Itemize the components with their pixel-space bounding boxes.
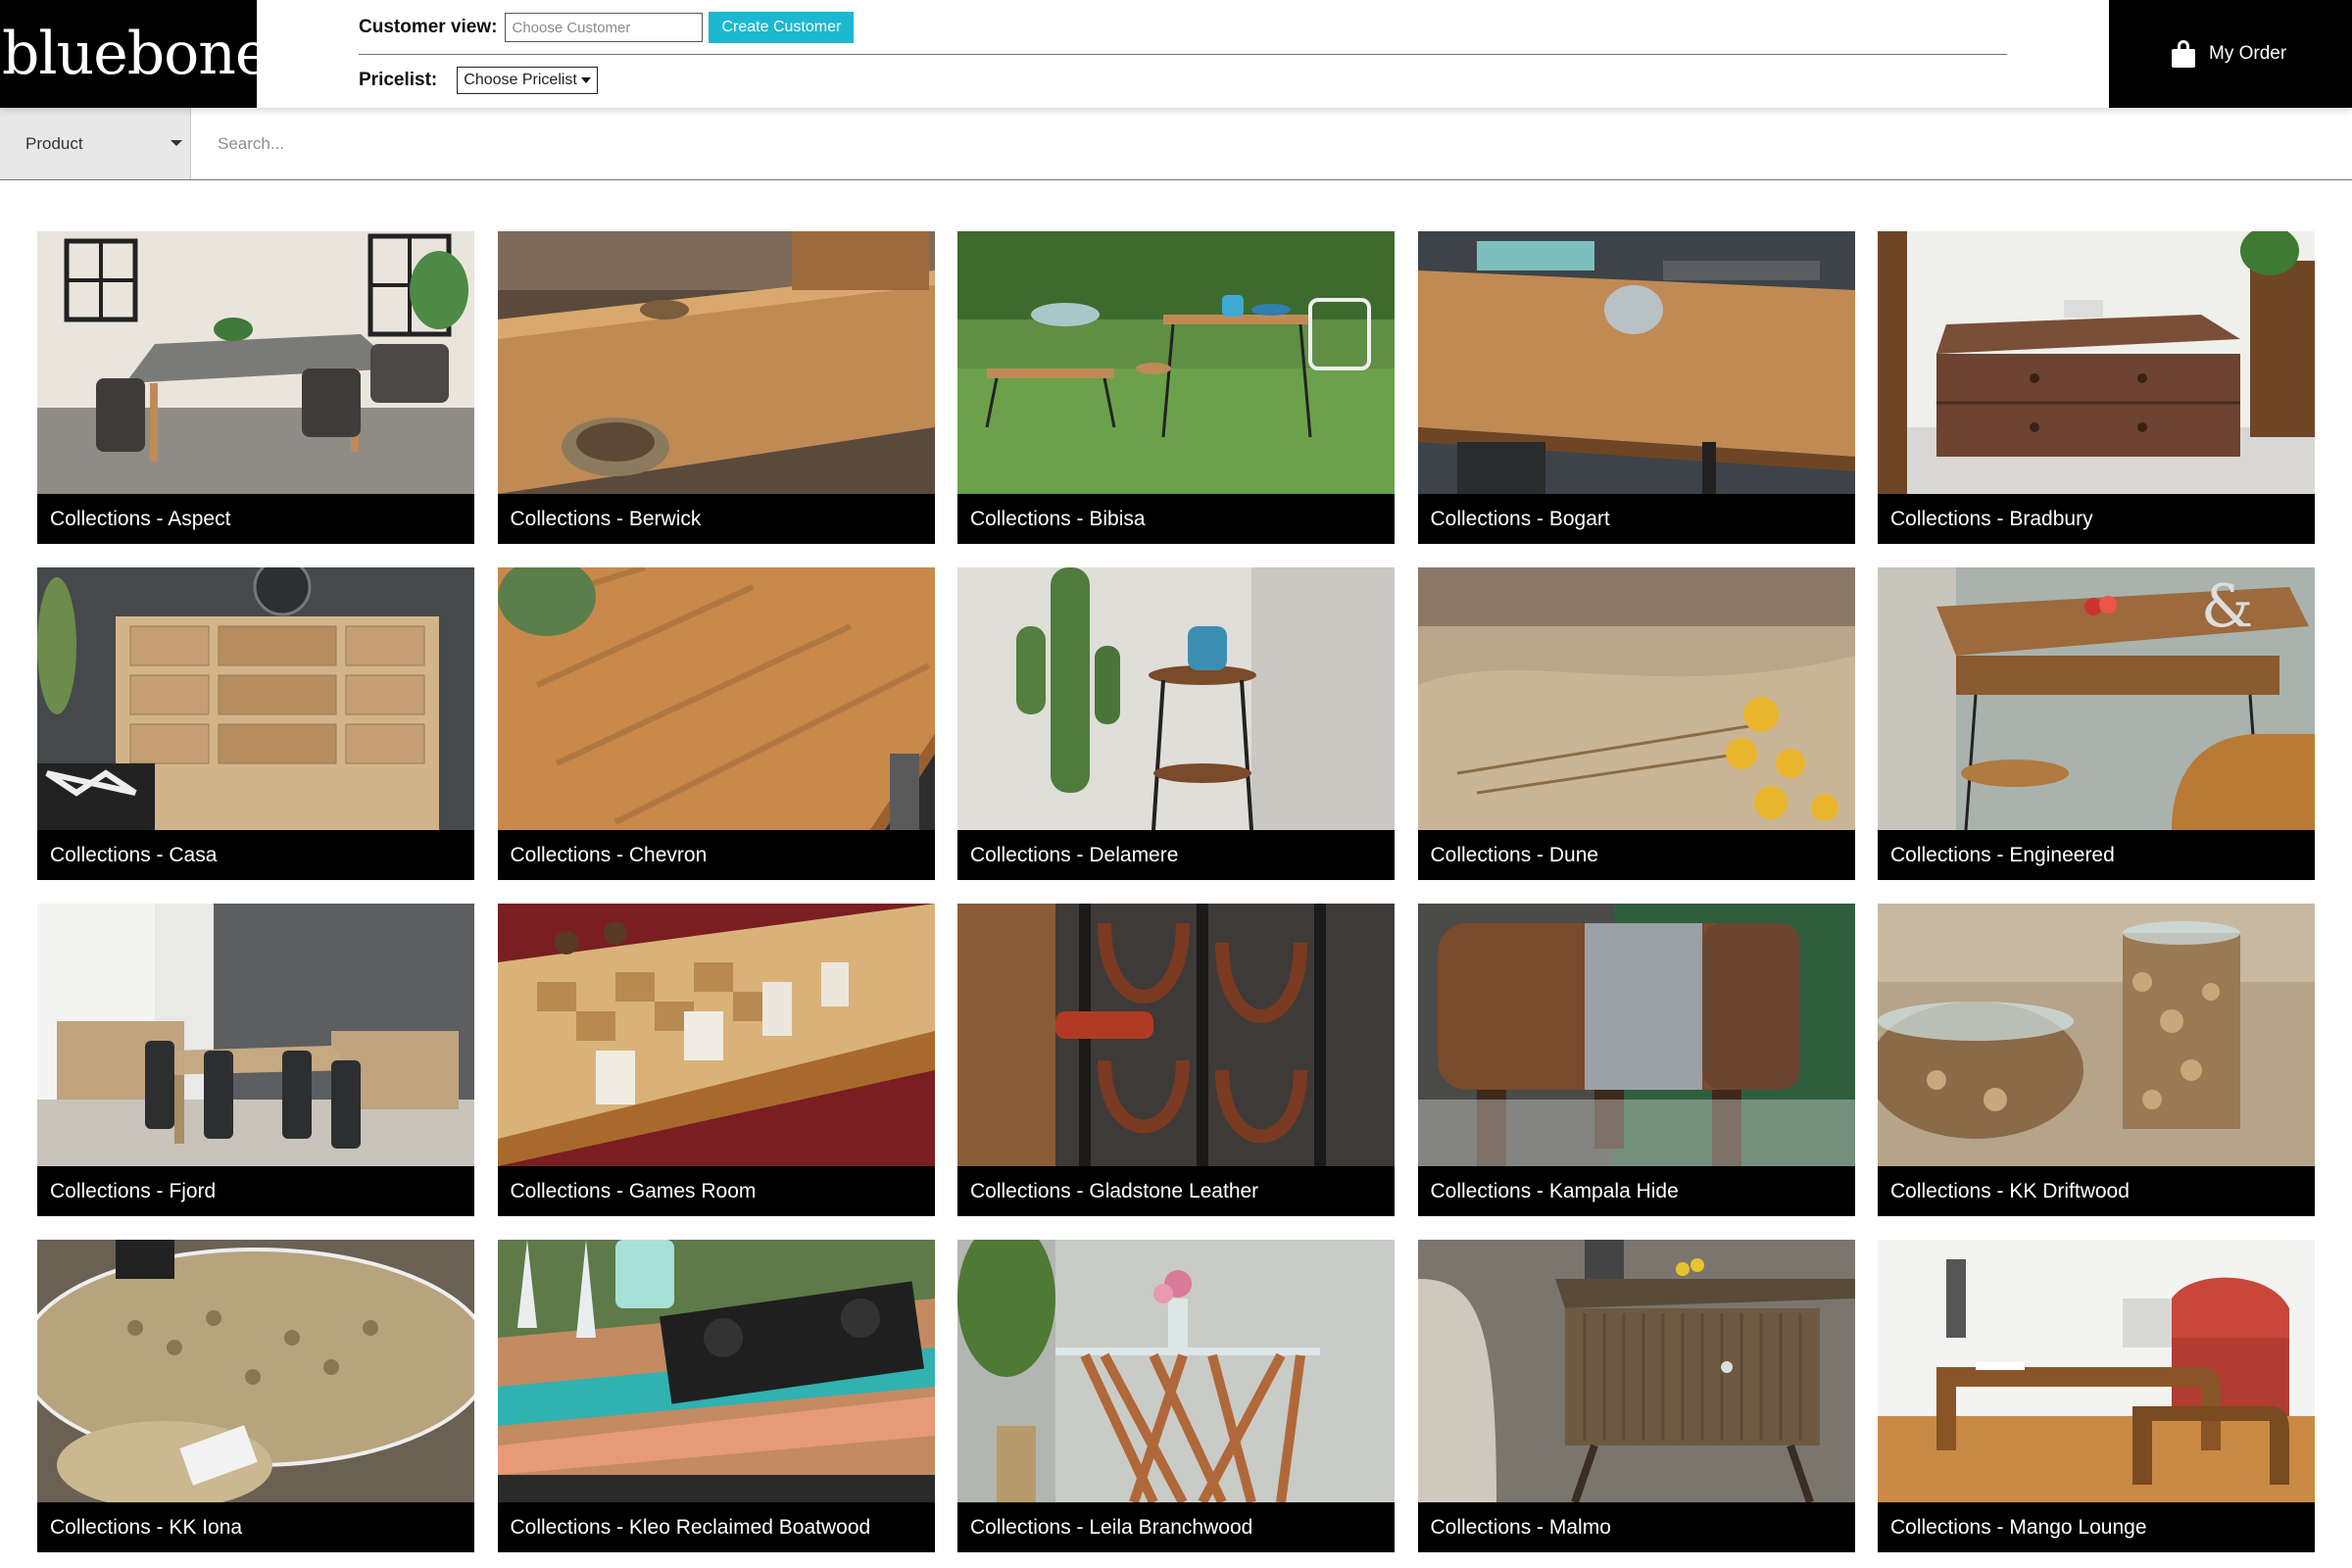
collection-label[interactable]: Collections - Kleo Reclaimed Boatwood [497, 1502, 935, 1552]
collection-image[interactable] [1417, 904, 1855, 1166]
collection-label[interactable]: Collections - Berwick [497, 494, 935, 544]
collection-label[interactable]: Collections - Aspect [37, 494, 474, 544]
collection-image[interactable] [37, 904, 474, 1166]
pricelist-dropdown[interactable]: Choose Pricelist [457, 67, 598, 94]
collection-label[interactable]: Collections - Kampala Hide [1417, 1166, 1855, 1216]
collection-card[interactable]: Collections - Chevron [497, 567, 935, 880]
header-divider [359, 54, 2007, 55]
collection-card[interactable]: Collections - Fjord [37, 904, 474, 1216]
collection-label[interactable]: Collections - Delamere [957, 830, 1395, 880]
collection-card[interactable]: Collections - Casa [37, 567, 474, 880]
collection-image[interactable] [957, 904, 1395, 1166]
collection-card[interactable]: Collections - Kleo Reclaimed Boatwood [497, 1240, 935, 1552]
collection-image[interactable] [497, 231, 935, 494]
collection-label[interactable]: Collections - Mango Lounge [1878, 1502, 2315, 1552]
collection-image[interactable] [497, 1240, 935, 1502]
pricelist-label: Pricelist: [359, 70, 438, 90]
pricelist-row: Pricelist: Choose Pricelist [359, 66, 598, 95]
create-customer-button[interactable]: Create Customer [709, 12, 855, 43]
collection-image[interactable] [1417, 567, 1855, 830]
collection-card[interactable]: Collections - KK Iona [37, 1240, 474, 1552]
collection-label[interactable]: Collections - Bogart [1417, 494, 1855, 544]
collection-card[interactable]: Collections - Malmo [1417, 1240, 1855, 1552]
collection-label[interactable]: Collections - Leila Branchwood [957, 1502, 1395, 1552]
collection-image[interactable] [1878, 904, 2315, 1166]
collection-card[interactable]: Collections - Mango Lounge [1878, 1240, 2315, 1552]
collection-image[interactable] [37, 567, 474, 830]
customer-view-label: Customer view: [359, 17, 498, 37]
collection-card[interactable]: Collections - Bogart [1417, 231, 1855, 544]
collection-image[interactable] [37, 1240, 474, 1502]
collection-card[interactable]: Collections - KK Driftwood [1878, 904, 2315, 1216]
collection-label[interactable]: Collections - Malmo [1417, 1502, 1855, 1552]
collection-image[interactable] [497, 567, 935, 830]
collection-image[interactable]: & [1878, 567, 2315, 830]
collection-label[interactable]: Collections - KK Driftwood [1878, 1166, 2315, 1216]
collection-image[interactable] [957, 567, 1395, 830]
collection-card[interactable]: & Collections - Engineered [1878, 567, 2315, 880]
collection-card[interactable]: Collections - Aspect [37, 231, 474, 544]
collection-label[interactable]: Collections - Chevron [497, 830, 935, 880]
collection-card[interactable]: Collections - Gladstone Leather [957, 904, 1395, 1216]
collection-image[interactable] [1417, 1240, 1855, 1502]
collection-card[interactable]: Collections - Bradbury [1878, 231, 2315, 544]
my-order-button[interactable]: My Order [2109, 0, 2352, 108]
caret-down-icon [171, 140, 182, 146]
collection-image[interactable] [957, 1240, 1395, 1502]
bluebone-logo[interactable]: bluebone [0, 0, 270, 108]
choose-customer-input[interactable] [505, 13, 704, 42]
collection-label[interactable]: Collections - Dune [1417, 830, 1855, 880]
collection-label[interactable]: Collections - Casa [37, 830, 474, 880]
collection-label[interactable]: Collections - Bradbury [1878, 494, 2315, 544]
collection-card[interactable]: Collections - Games Room [497, 904, 935, 1216]
search-category-dropdown[interactable]: Product [0, 108, 191, 179]
collection-image[interactable] [497, 904, 935, 1166]
search-input[interactable] [192, 108, 2352, 179]
collection-label[interactable]: Collections - Fjord [37, 1166, 474, 1216]
collection-card[interactable]: Collections - Dune [1417, 567, 1855, 880]
collection-image[interactable] [1417, 231, 1855, 494]
search-category-value: Product [25, 133, 83, 153]
collection-card[interactable]: Collections - Berwick [497, 231, 935, 544]
collection-card[interactable]: Collections - Delamere [957, 567, 1395, 880]
collection-label[interactable]: Collections - Engineered [1878, 830, 2315, 880]
search-bar: Product [0, 108, 2352, 180]
collection-image[interactable] [37, 231, 474, 494]
shopping-bag-icon [2172, 40, 2195, 68]
top-header: bluebone Customer view: Create Customer … [0, 0, 2352, 108]
collection-image[interactable] [1878, 231, 2315, 494]
caret-down-icon [580, 77, 591, 83]
collection-card[interactable]: Collections - Bibisa [957, 231, 1395, 544]
customer-view-row: Customer view: Create Customer [359, 12, 855, 43]
svg-text:&: & [2201, 572, 2253, 641]
collection-label[interactable]: Collections - KK Iona [37, 1502, 474, 1552]
collection-card[interactable]: Collections - Leila Branchwood [957, 1240, 1395, 1552]
collection-image[interactable] [957, 231, 1395, 494]
collections-grid: Collections - Aspect Collections - Berwic… [37, 231, 2315, 1552]
my-order-label: My Order [2209, 43, 2287, 64]
collection-label[interactable]: Collections - Games Room [497, 1166, 935, 1216]
collection-image[interactable] [1878, 1240, 2315, 1502]
collection-label[interactable]: Collections - Gladstone Leather [957, 1166, 1395, 1216]
collection-card[interactable]: Collections - Kampala Hide [1417, 904, 1855, 1216]
pricelist-value: Choose Pricelist [464, 72, 577, 88]
collection-label[interactable]: Collections - Bibisa [957, 494, 1395, 544]
